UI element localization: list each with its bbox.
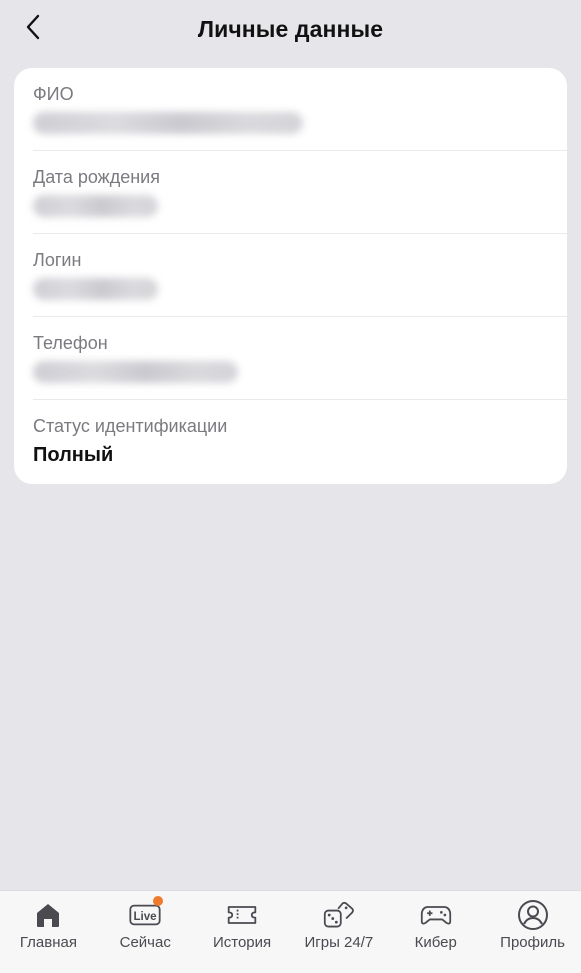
login-row: Логин xyxy=(33,234,567,317)
profile-icon xyxy=(517,899,549,931)
tab-games[interactable]: Игры 24/7 xyxy=(290,891,387,973)
tab-label: Главная xyxy=(19,934,77,951)
personal-data-card: ФИО Дата рождения Логин Телефон Статус и… xyxy=(14,68,567,484)
home-icon xyxy=(32,899,64,931)
identification-status-row: Статус идентификации Полный xyxy=(33,400,553,483)
full-name-value-hidden xyxy=(33,112,303,134)
identification-status-value: Полный xyxy=(33,444,114,466)
tab-label: Сейчас xyxy=(119,934,171,951)
live-icon-text: Live xyxy=(134,911,158,923)
dice-icon xyxy=(323,899,355,931)
tab-cyber[interactable]: Кибер xyxy=(387,891,484,973)
phone-row: Телефон xyxy=(33,317,567,400)
birth-date-value-hidden xyxy=(33,195,158,217)
identification-status-label: Статус идентификации xyxy=(33,416,228,436)
full-name-row: ФИО xyxy=(33,68,567,151)
tab-label: Кибер xyxy=(414,934,457,951)
ticket-icon xyxy=(226,899,258,931)
gamepad-icon xyxy=(420,899,452,931)
tab-history[interactable]: История xyxy=(194,891,291,973)
tab-home[interactable]: Главная xyxy=(0,891,97,973)
tab-label: История xyxy=(212,934,272,951)
live-badge xyxy=(153,896,164,906)
tab-label: Профиль xyxy=(500,934,565,951)
birth-date-row: Дата рождения xyxy=(33,151,567,234)
tab-live[interactable]: Live Сейчас xyxy=(97,891,194,973)
phone-label: Телефон xyxy=(33,333,108,353)
live-icon: Live xyxy=(129,896,164,931)
header: Личные данные xyxy=(0,0,581,62)
page-title: Личные данные xyxy=(197,16,384,42)
login-value-hidden xyxy=(33,278,158,300)
tab-profile[interactable]: Профиль xyxy=(484,891,581,973)
full-name-label: ФИО xyxy=(33,84,74,104)
phone-value-hidden xyxy=(33,361,238,383)
bottom-tab-bar: Главная Live Сейчас История Игры 24/7 Ки… xyxy=(0,890,581,973)
login-label: Логин xyxy=(33,250,82,270)
birth-date-label: Дата рождения xyxy=(33,167,160,187)
tab-label: Игры 24/7 xyxy=(304,934,374,951)
